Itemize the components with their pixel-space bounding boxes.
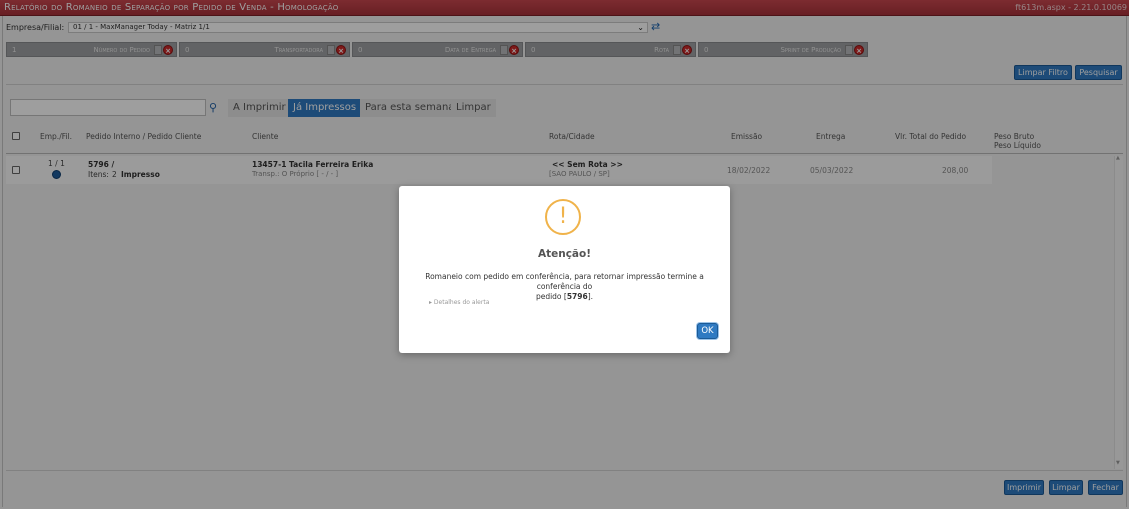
alert-message-post: ]. [587,292,594,301]
alert-message-line1: Romaneio com pedido em conferência, para… [425,272,704,291]
alert-details-toggle[interactable]: ▸ Detalhes do alerta [429,299,489,306]
alert-title: Atenção! [537,248,592,260]
alert-message: Romaneio com pedido em conferência, para… [409,272,720,302]
warning-icon: ! [545,199,581,235]
alert-order-number: 5796 [566,292,588,301]
alert-dialog: ! Atenção! Romaneio com pedido em confer… [399,186,730,353]
ok-button[interactable]: OK [697,323,718,339]
alert-message-pre: pedido [ [535,292,567,301]
